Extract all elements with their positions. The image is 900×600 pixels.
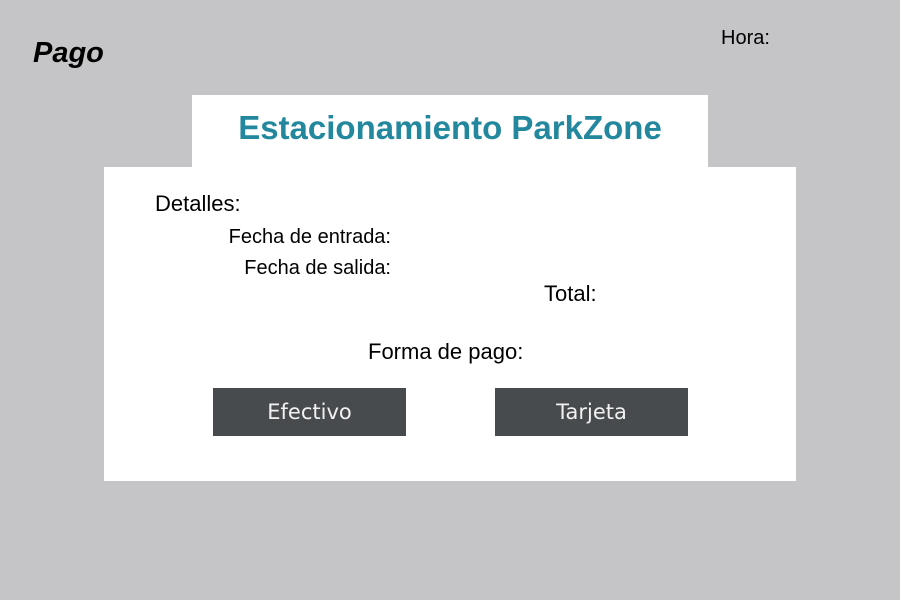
card-button[interactable]: Tarjeta [495, 388, 688, 436]
parking-name: Estacionamiento ParkZone [238, 109, 662, 146]
total-label: Total: [544, 281, 597, 306]
entry-date-label: Fecha de entrada: [228, 226, 391, 248]
exit-date-label: Fecha de salida: [244, 257, 391, 279]
cash-button[interactable]: Efectivo [213, 388, 406, 436]
brand-header: Estacionamiento ParkZone [192, 95, 708, 167]
payment-method-label: Forma de pago: [368, 339, 524, 364]
details-heading: Detalles: [155, 191, 241, 216]
time-label: Hora: [721, 27, 770, 49]
payment-screen: { "header": { "page_title": "Pago", "clo… [0, 0, 900, 600]
page-title: Pago [33, 37, 104, 69]
payment-card: Detalles: Fecha de entrada: Fecha de sal… [104, 167, 796, 481]
